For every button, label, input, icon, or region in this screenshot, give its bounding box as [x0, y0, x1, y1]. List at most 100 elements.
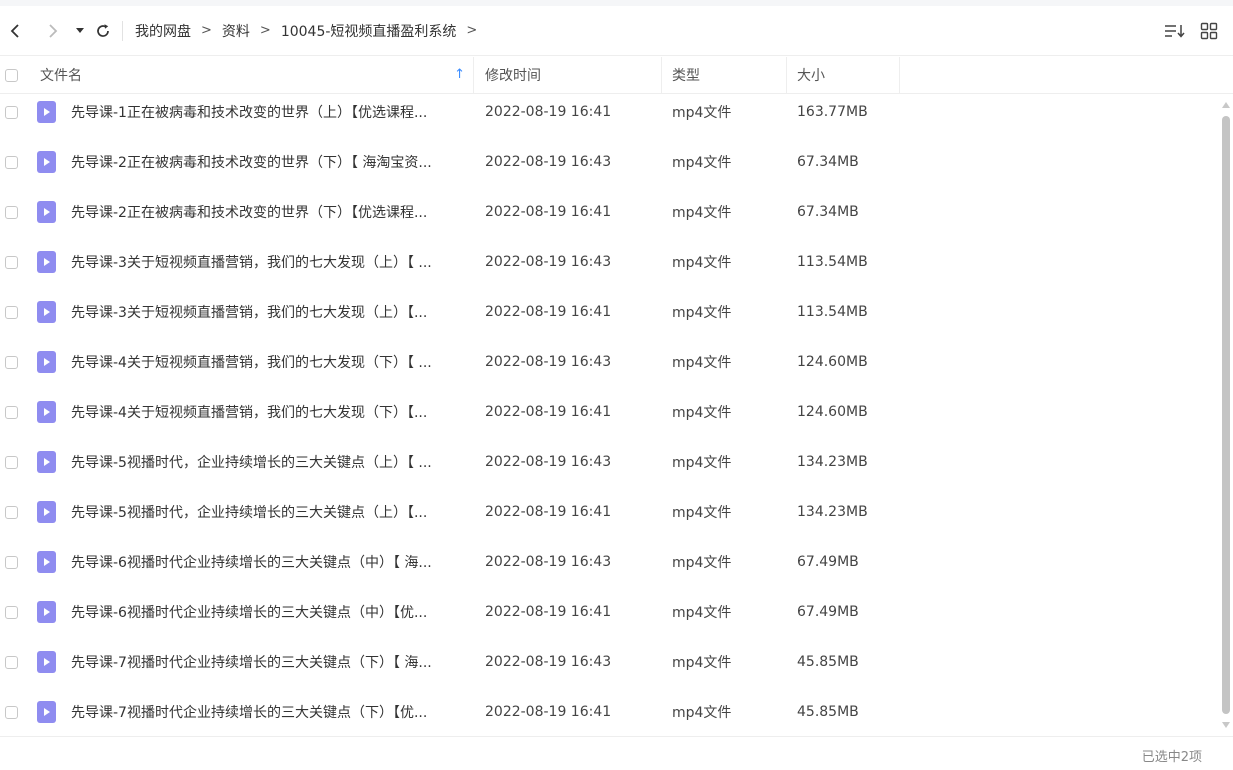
row-checkbox[interactable] [5, 405, 18, 419]
sort-ascending-icon: ↑ [454, 67, 465, 82]
table-row[interactable]: 先导课-6视播时代企业持续增长的三大关键点（中）【优... 2022-08-19 … [0, 594, 1220, 644]
file-size: 163.77MB [797, 104, 868, 120]
file-name[interactable]: 先导课-7视播时代企业持续增长的三大关键点（下）【 海... [71, 644, 471, 680]
file-size: 67.49MB [797, 604, 859, 620]
column-header-time[interactable]: 修改时间 [474, 57, 662, 93]
file-type: mp4文件 [672, 505, 732, 521]
table-row[interactable]: 先导课-2正在被病毒和技术改变的世界（下）【 海淘宝资... 2022-08-19… [0, 144, 1220, 194]
file-manager-window: 我的网盘 > 资料 > 10045-短视频直播盈利系统 > 文件名 ↑ 修改时间… [0, 0, 1233, 770]
scrollbar-thumb[interactable] [1222, 116, 1230, 714]
file-name[interactable]: 先导课-3关于短视频直播营销，我们的七大发现（上）【 ... [71, 244, 471, 280]
table-row[interactable]: 先导课-4关于短视频直播营销，我们的七大发现（下）【... 2022-08-19 … [0, 394, 1220, 444]
row-checkbox[interactable] [5, 305, 18, 319]
refresh-button[interactable] [90, 16, 116, 46]
breadcrumb-item-materials[interactable]: 资料 [222, 21, 250, 41]
table-row[interactable]: 先导课-3关于短视频直播营销，我们的七大发现（上）【... 2022-08-19 … [0, 294, 1220, 344]
row-checkbox[interactable] [5, 455, 18, 469]
row-checkbox-cell [5, 544, 18, 580]
row-checkbox-cell [5, 694, 18, 730]
column-header-name[interactable]: 文件名 ↑ [38, 57, 474, 93]
breadcrumb-separator[interactable]: > [466, 23, 477, 38]
modified-time: 2022-08-19 16:41 [485, 304, 612, 320]
row-checkbox-cell [5, 244, 18, 280]
breadcrumb-separator: > [259, 23, 271, 38]
table-row[interactable]: 先导课-7视播时代企业持续增长的三大关键点（下）【 海... 2022-08-19… [0, 644, 1220, 694]
caret-down-icon [76, 27, 84, 33]
file-name[interactable]: 先导课-5视播时代，企业持续增长的三大关键点（上）【... [71, 494, 471, 530]
modified-time: 2022-08-19 16:41 [485, 704, 612, 720]
file-name[interactable]: 先导课-3关于短视频直播营销，我们的七大发现（上）【... [71, 294, 471, 330]
table-row[interactable]: 先导课-1正在被病毒和技术改变的世界（上）【优选课程... 2022-08-19 … [0, 94, 1220, 144]
row-checkbox-cell [5, 494, 18, 530]
file-size: 45.85MB [797, 704, 859, 720]
modified-time: 2022-08-19 16:43 [485, 554, 612, 570]
row-checkbox[interactable] [5, 605, 18, 619]
modified-time: 2022-08-19 16:43 [485, 154, 612, 170]
table-row[interactable]: 先导课-6视播时代企业持续增长的三大关键点（中）【 海... 2022-08-19… [0, 544, 1220, 594]
video-file-icon [37, 451, 56, 473]
selection-status: 已选中2项 [1141, 750, 1202, 765]
row-checkbox[interactable] [5, 655, 18, 669]
table-header: 文件名 ↑ 修改时间 类型 大小 [0, 57, 1233, 94]
modified-time: 2022-08-19 16:41 [485, 604, 612, 620]
row-icon-cell [37, 294, 56, 330]
table-row[interactable]: 先导课-4关于短视频直播营销，我们的七大发现（下）【 ... 2022-08-19… [0, 344, 1220, 394]
status-bar: 已选中2项 [0, 736, 1233, 770]
row-checkbox[interactable] [5, 505, 18, 519]
row-checkbox[interactable] [5, 105, 18, 119]
file-size: 124.60MB [797, 404, 868, 420]
file-type: mp4文件 [672, 455, 732, 471]
column-header-type[interactable]: 类型 [662, 57, 787, 93]
modified-time: 2022-08-19 16:43 [485, 654, 612, 670]
row-icon-cell [37, 244, 56, 280]
vertical-scrollbar[interactable] [1220, 94, 1233, 736]
table-row[interactable]: 先导课-5视播时代，企业持续增长的三大关键点（上）【... 2022-08-19 … [0, 494, 1220, 544]
breadcrumb-item-current[interactable]: 10045-短视频直播盈利系统 [281, 21, 457, 41]
row-checkbox[interactable] [5, 205, 18, 219]
row-icon-cell [37, 644, 56, 680]
file-size: 134.23MB [797, 504, 868, 520]
scroll-down-arrow-icon[interactable] [1222, 722, 1230, 728]
column-header-type-label: 类型 [672, 68, 700, 84]
file-name[interactable]: 先导课-7视播时代企业持续增长的三大关键点（下）【优... [71, 694, 471, 730]
video-file-icon [37, 401, 56, 423]
row-checkbox[interactable] [5, 255, 18, 269]
row-checkbox-cell [5, 144, 18, 180]
table-row[interactable]: 先导课-3关于短视频直播营销，我们的七大发现（上）【 ... 2022-08-19… [0, 244, 1220, 294]
history-dropdown-button[interactable] [70, 16, 90, 46]
table-row[interactable]: 先导课-2正在被病毒和技术改变的世界（下）【优选课程... 2022-08-19 … [0, 194, 1220, 244]
file-name[interactable]: 先导课-1正在被病毒和技术改变的世界（上）【优选课程... [71, 94, 471, 130]
video-file-icon [37, 251, 56, 273]
row-checkbox[interactable] [5, 555, 18, 569]
video-file-icon [37, 551, 56, 573]
sort-button[interactable] [1163, 19, 1187, 43]
file-type: mp4文件 [672, 255, 732, 271]
scroll-up-arrow-icon[interactable] [1222, 102, 1230, 108]
file-name[interactable]: 先导课-6视播时代企业持续增长的三大关键点（中）【优... [71, 594, 471, 630]
video-file-icon [37, 201, 56, 223]
breadcrumb-item-root[interactable]: 我的网盘 [135, 21, 191, 41]
forward-button[interactable] [38, 16, 68, 46]
video-file-icon [37, 301, 56, 323]
table-row[interactable]: 先导课-7视播时代企业持续增长的三大关键点（下）【优... 2022-08-19 … [0, 694, 1220, 736]
select-all-checkbox[interactable] [5, 68, 18, 82]
file-size: 124.60MB [797, 354, 868, 370]
video-file-icon [37, 601, 56, 623]
row-checkbox[interactable] [5, 155, 18, 169]
column-header-size[interactable]: 大小 [787, 57, 900, 93]
row-checkbox-cell [5, 394, 18, 430]
row-checkbox[interactable] [5, 705, 18, 719]
modified-time: 2022-08-19 16:43 [485, 354, 612, 370]
file-name[interactable]: 先导课-4关于短视频直播营销，我们的七大发现（下）【... [71, 394, 471, 430]
file-name[interactable]: 先导课-4关于短视频直播营销，我们的七大发现（下）【 ... [71, 344, 471, 380]
row-checkbox-cell [5, 644, 18, 680]
back-button[interactable] [0, 16, 30, 46]
file-name[interactable]: 先导课-2正在被病毒和技术改变的世界（下）【优选课程... [71, 194, 471, 230]
file-name[interactable]: 先导课-5视播时代，企业持续增长的三大关键点（上）【 ... [71, 444, 471, 480]
table-row[interactable]: 先导课-5视播时代，企业持续增长的三大关键点（上）【 ... 2022-08-19… [0, 444, 1220, 494]
view-mode-button[interactable] [1197, 19, 1221, 43]
row-checkbox[interactable] [5, 355, 18, 369]
file-name[interactable]: 先导课-2正在被病毒和技术改变的世界（下）【 海淘宝资... [71, 144, 471, 180]
file-type: mp4文件 [672, 405, 732, 421]
file-name[interactable]: 先导课-6视播时代企业持续增长的三大关键点（中）【 海... [71, 544, 471, 580]
